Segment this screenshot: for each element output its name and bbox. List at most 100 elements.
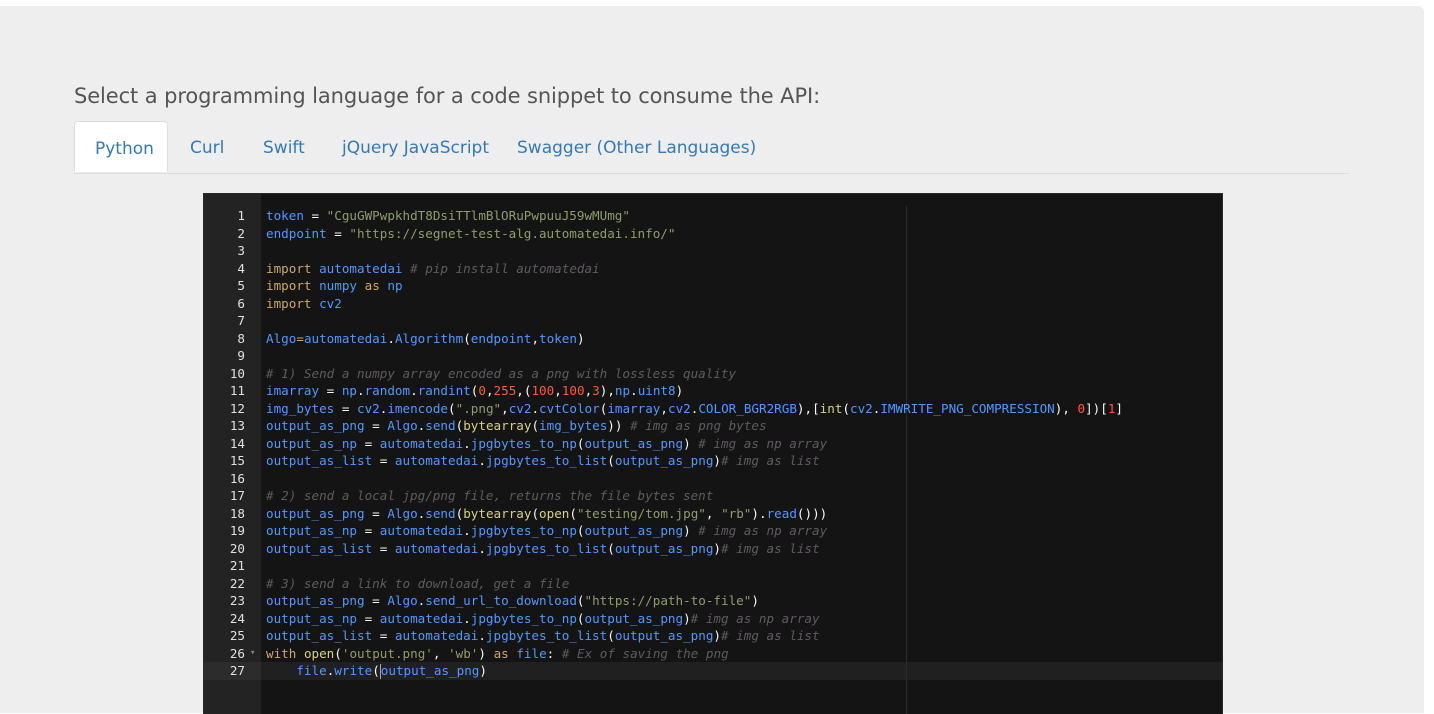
code-token: cv2 <box>667 400 691 416</box>
code-token: output_as_png <box>614 540 714 556</box>
code-token: ] <box>1115 400 1124 416</box>
code-token: # 1) Send a numpy array encoded as a png… <box>266 365 737 381</box>
code-token: . <box>478 540 486 556</box>
code-token: # img as list <box>721 453 820 468</box>
code-token: ( <box>607 540 615 556</box>
line-number: 25 <box>229 628 245 643</box>
code-text: output_as_list = automatedai.jpgbytes_to… <box>266 452 820 470</box>
code-token: output_as_png <box>266 593 365 608</box>
code-token: # img as np array <box>690 610 820 626</box>
code-token: output_as_png <box>584 523 684 538</box>
code-token: output_as_png <box>614 453 714 468</box>
code-token: token <box>539 330 577 346</box>
line-number: 1 <box>237 208 245 223</box>
code-token: ) <box>713 540 721 556</box>
code-token: numpy <box>319 278 358 293</box>
code-token: ( <box>576 593 585 608</box>
code-token: ())) <box>796 505 828 521</box>
code-token: output_as_png <box>584 610 684 626</box>
line-number: 14 <box>229 435 245 451</box>
code-token: output_as_png <box>380 663 480 678</box>
tab-curl[interactable]: Curl <box>190 121 224 172</box>
code-token: ) <box>751 593 759 608</box>
code-token: = <box>357 435 380 451</box>
code-token: )) <box>607 418 623 433</box>
code-token: output_as_png <box>584 435 684 451</box>
tab-swift[interactable]: Swift <box>263 121 305 172</box>
code-token: img_bytes <box>539 418 608 433</box>
code-token: "https://path-to-file" <box>584 593 752 608</box>
code-text: img_bytes = cv2.imencode(".png",cv2.cvtC… <box>266 400 1123 418</box>
code-token: # 3) send a link to download, get a file <box>266 575 570 591</box>
code-token: ( <box>607 453 615 468</box>
code-text: endpoint = "https://segnet-test-alg.auto… <box>266 225 675 243</box>
code-token: , <box>501 400 509 416</box>
code-token: 100 <box>531 383 555 398</box>
code-token: # img as np array <box>698 435 828 451</box>
code-token: file <box>296 663 327 678</box>
line-number: 3 <box>237 243 245 258</box>
tab-python[interactable]: Python <box>74 121 168 172</box>
code-token: . <box>463 523 471 538</box>
code-token: ( <box>463 330 471 346</box>
code-token: = <box>364 593 388 608</box>
code-token: . <box>410 383 418 398</box>
language-tabs: Python Curl Swift jQuery JavaScript Swag… <box>74 121 1349 174</box>
code-editor[interactable]: 1 token = "CguGWPwpkhdT8DsiTTlmBlORuPwpuu… <box>203 193 1223 714</box>
code-token: . <box>630 383 638 398</box>
code-token: , <box>705 505 722 521</box>
code-token: ) <box>683 610 691 626</box>
code-token: jpgbytes_to_list <box>485 628 608 643</box>
code-token: jpgbytes_to_np <box>470 435 577 451</box>
code-token: . <box>357 383 365 398</box>
code-token: bytearray <box>463 505 532 521</box>
code-token: open <box>539 505 570 521</box>
line-number: 26 <box>229 645 245 661</box>
code-token: uint8 <box>637 383 676 398</box>
code-text: token = "CguGWPwpkhdT8DsiTTlmBlORuPwpuuJ… <box>266 207 630 225</box>
tab-jquery-javascript[interactable]: jQuery JavaScript <box>342 121 489 172</box>
fold-toggle-icon[interactable]: ▾ <box>250 645 255 663</box>
code-token: automatedai <box>379 610 464 626</box>
line-number: 27 <box>229 663 245 678</box>
code-token: Algo <box>266 330 297 346</box>
code-token: , <box>432 645 449 661</box>
code-token: . <box>463 610 471 626</box>
code-token: ( <box>531 418 540 433</box>
print-margin <box>906 206 907 714</box>
code-token: ),[ <box>796 400 820 416</box>
code-token: imencode <box>387 400 449 416</box>
line-number: 21 <box>229 558 245 573</box>
code-token: np <box>614 383 631 398</box>
code-token: with <box>266 645 297 661</box>
line-number: 13 <box>229 418 245 433</box>
code-token: endpoint <box>470 330 532 346</box>
code-token: jpgbytes_to_list <box>485 453 608 468</box>
code-token: "rb" <box>721 505 752 521</box>
code-text: import cv2 <box>266 295 342 313</box>
code-token: ".png" <box>455 400 502 416</box>
code-token: np <box>341 383 357 398</box>
line-number: 19 <box>229 523 245 538</box>
code-text: output_as_np = automatedai.jpgbytes_to_n… <box>266 435 827 453</box>
code-token: bytearray <box>463 418 532 433</box>
code-token: jpgbytes_to_np <box>470 523 577 538</box>
code-text: # 2) send a local jpg/png file, returns … <box>266 487 713 505</box>
code-text: output_as_np = automatedai.jpgbytes_to_n… <box>266 522 827 540</box>
code-text: # 1) Send a numpy array encoded as a png… <box>266 365 736 383</box>
code-token: Algo <box>387 593 418 608</box>
code-token: Algo <box>387 418 418 433</box>
code-text: imarray = np.random.randint(0,255,(100,1… <box>266 382 683 400</box>
code-token: send_url_to_download <box>425 593 577 608</box>
code-text: output_as_png = Algo.send(bytearray(open… <box>266 505 827 523</box>
line-number: 11 <box>229 383 245 398</box>
code-token: Algorithm <box>394 330 464 346</box>
code-token: output_as_np <box>266 523 357 538</box>
tab-swagger-other-languages[interactable]: Swagger (Other Languages) <box>517 121 756 172</box>
code-text: output_as_png = Algo.send_url_to_downloa… <box>266 592 759 610</box>
